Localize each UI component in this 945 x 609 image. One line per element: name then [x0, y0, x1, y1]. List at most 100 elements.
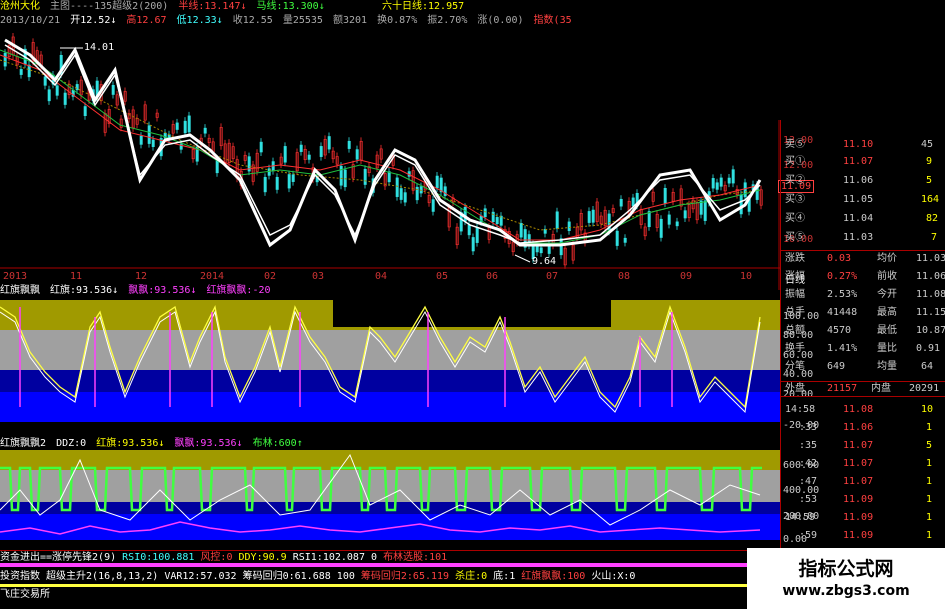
- candle-body: [619, 198, 623, 207]
- candle-body: [43, 76, 47, 86]
- indicator1-header: 红旗飘飘 红旗:93.536↓ 飘飘:93.536↓ 红旗飘飘:-20: [0, 284, 275, 297]
- candle-body: [3, 52, 7, 67]
- low-price-label: 9.64: [532, 256, 557, 267]
- bottom-rsi0: RSI0:100.881: [122, 552, 195, 563]
- bottom-100: 100: [336, 571, 355, 582]
- candle-body: [111, 85, 115, 95]
- indicator1-piaopiao: 飘飘:93.536↓: [128, 285, 197, 296]
- bid-row-5[interactable]: 买⑤ 11.03 7: [781, 231, 945, 245]
- candle-body: [395, 177, 399, 197]
- candle-body: [83, 106, 87, 117]
- candle-body: [27, 64, 31, 78]
- candle-body: [63, 92, 67, 105]
- candle-body: [491, 211, 495, 223]
- ma-red-line: [0, 54, 761, 241]
- tick-row-6: :53 11.09 1: [799, 494, 933, 505]
- bottom-invest-index[interactable]: 投资指数: [0, 571, 40, 582]
- bottom-var12: VAR12:57.032: [164, 571, 237, 582]
- site-watermark: 指标公式网 www.zbgs3.com: [747, 548, 945, 609]
- candle-body: [435, 175, 439, 189]
- bottom-bulin: 布林选股:101: [383, 552, 448, 563]
- candle-body: [139, 135, 143, 145]
- candle-body: [307, 154, 311, 160]
- trend-white-line: [4, 38, 762, 248]
- bottom-super-rise: 超级主升2(16,8,13,2): [46, 571, 159, 582]
- candle-body: [475, 226, 479, 243]
- candle-body: [519, 222, 523, 238]
- candle-body: [731, 169, 735, 184]
- bottom-row-1: 资金进出==涨停先锋2(9) RSI0:100.881 风控:0 DDY:90.…: [0, 550, 750, 564]
- order-book-header: 卖⑤ 11.10 45: [785, 139, 934, 150]
- bid-row-3[interactable]: 买③ 11.05 164: [781, 193, 945, 207]
- candle-body: [203, 127, 207, 134]
- outer-inner-row: 外盘 21157 内盘 20291: [781, 381, 945, 397]
- bottom-risk: 风控:0: [200, 552, 233, 563]
- indicator2-ddz: DDZ:0: [56, 438, 87, 449]
- x-tick: 04: [375, 271, 388, 282]
- candle-body: [55, 85, 59, 96]
- candle-body: [667, 214, 671, 225]
- candle-body: [675, 221, 679, 227]
- indicator1-hongqi-piao: 红旗飘飘:-20: [206, 285, 271, 296]
- band-blue: [0, 392, 780, 422]
- bottom-rsi1: RSI1:102.087: [292, 552, 365, 563]
- bottom-row-yellow-bar: [0, 584, 750, 587]
- high-price-label: 14.01: [84, 42, 115, 53]
- bid-row-2[interactable]: 买② 11.06 5: [781, 174, 945, 188]
- bottom-row-magenta-bar: [0, 563, 750, 567]
- bottom-zero: 0: [371, 552, 378, 563]
- candle-body: [539, 247, 543, 254]
- candle-body: [631, 197, 635, 207]
- candle-body: [659, 218, 663, 238]
- candle-body: [275, 176, 279, 190]
- indicator2-title[interactable]: 红旗飘飘2: [0, 438, 46, 449]
- tick-row-1: 14:58 11.08 10: [785, 404, 934, 415]
- stats-divider: [781, 250, 945, 251]
- indicator1-hongqi: 红旗:93.536↓: [50, 285, 119, 296]
- bottom-row-2: 投资指数 超级主升2(16,8,13,2) VAR12:57.032 筹码回归0…: [0, 570, 635, 583]
- ma-green-line: [0, 49, 761, 244]
- x-tick: 07: [546, 271, 559, 282]
- candle-body: [19, 69, 23, 75]
- low-marker-line: [514, 254, 531, 263]
- tick-row-4: :42 11.07 1: [799, 458, 933, 469]
- bottom-ddy: DDY:90.9: [238, 552, 287, 563]
- candle-body: [555, 211, 559, 229]
- tick-row-3: :35 11.07 5: [799, 440, 933, 451]
- candle-body: [347, 140, 351, 149]
- candles: [3, 32, 763, 269]
- candle-body: [327, 136, 331, 150]
- x-tick: 10: [740, 271, 753, 282]
- candle-body: [615, 230, 619, 246]
- main-price-chart[interactable]: [0, 0, 780, 300]
- candle-body: [287, 174, 291, 189]
- indicator1-title[interactable]: 红旗飘飘: [0, 285, 40, 296]
- candle-body: [715, 182, 719, 190]
- candle-body: [711, 178, 715, 189]
- watermark-title: 指标公式网: [798, 558, 894, 580]
- candle-body: [703, 200, 707, 221]
- candle-body: [559, 238, 563, 256]
- bid-row-1[interactable]: 买① 11.07 9: [781, 155, 945, 169]
- candle-body: [291, 174, 295, 182]
- candle-body: [215, 160, 219, 174]
- candle-body: [151, 139, 155, 147]
- tick-row-5: :47 11.07 1: [799, 476, 933, 487]
- stat-row-3: 振幅 2.53% 今开 11.08: [785, 289, 945, 300]
- band2-blue: [0, 514, 780, 540]
- candle-body: [683, 210, 687, 219]
- candle-body: [263, 177, 267, 193]
- bottom-capital-flow[interactable]: 资金进出==涨停先锋2(9): [0, 552, 116, 563]
- candle-body: [399, 188, 403, 200]
- candle-body: [183, 120, 187, 134]
- bid-row-4[interactable]: 买④ 11.04 82: [781, 212, 945, 226]
- band-black-notch: [333, 300, 611, 327]
- x-tick: 05: [436, 271, 449, 282]
- candle-body: [467, 224, 471, 236]
- indicator2-chart[interactable]: [0, 450, 780, 550]
- indicator1-chart[interactable]: [0, 297, 780, 437]
- candle-body: [727, 177, 731, 184]
- tick-row-2: :33 11.06 1: [799, 422, 933, 433]
- candle-body: [739, 194, 743, 215]
- candle-body: [175, 122, 179, 130]
